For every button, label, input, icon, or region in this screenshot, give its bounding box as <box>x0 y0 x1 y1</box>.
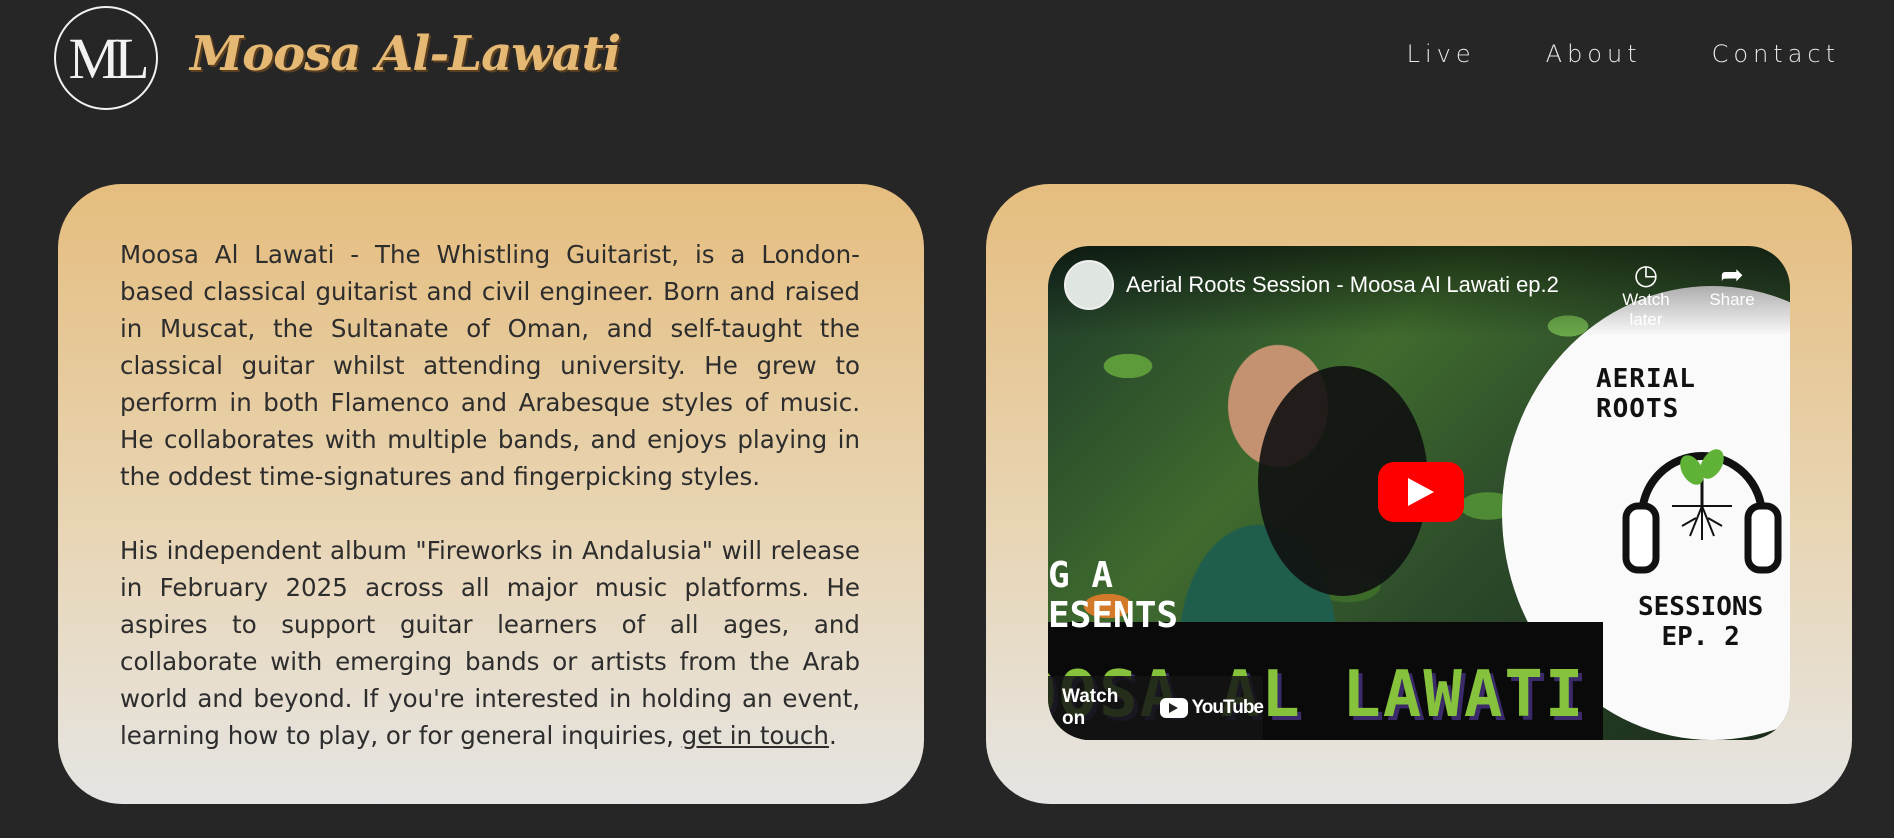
get-in-touch-link[interactable]: get in touch <box>682 721 829 750</box>
bio-text: Moosa Al Lawati - The Whistling Guitaris… <box>120 236 860 791</box>
play-icon <box>1408 478 1434 506</box>
headphones-plant-icon <box>1622 449 1782 574</box>
share-label: Share <box>1709 290 1755 309</box>
youtube-wordmark: YouTube <box>1191 697 1264 718</box>
logo-monogram[interactable]: ML <box>54 6 158 110</box>
nav-link-live[interactable]: Live <box>1407 40 1476 68</box>
thumbnail-presents-line1: G A <box>1048 555 1114 596</box>
clock-icon: ◷ <box>1633 259 1659 290</box>
channel-avatar[interactable] <box>1064 260 1114 310</box>
youtube-logo: YouTube <box>1159 697 1264 719</box>
bio-paragraph-2: His independent album "Fireworks in Anda… <box>120 532 860 754</box>
thumbnail-episode: SESSIONS EP. 2 <box>1638 592 1763 652</box>
bio-paragraph-2-end: . <box>828 721 837 750</box>
share-button[interactable]: ➦ Share <box>1692 260 1772 310</box>
about-card: Moosa Al Lawati - The Whistling Guitaris… <box>58 184 924 804</box>
thumbnail-episode-label: EP. 2 <box>1661 622 1740 652</box>
video-card: AERIAL ROOTS SESSIONS EP. 2 G A ESENTS O… <box>986 184 1852 804</box>
video-title[interactable]: Aerial Roots Session - Moosa Al Lawati e… <box>1126 272 1559 298</box>
watch-on-label: Watch on <box>1062 686 1119 729</box>
play-button[interactable] <box>1378 462 1464 522</box>
watch-later-label: Watch later <box>1622 290 1670 329</box>
thumbnail-presents-line2: ESENTS <box>1048 595 1179 636</box>
watch-on-youtube-button[interactable]: Watch on YouTube <box>1048 676 1264 740</box>
youtube-embed[interactable]: AERIAL ROOTS SESSIONS EP. 2 G A ESENTS O… <box>1048 246 1790 740</box>
youtube-play-icon <box>1159 698 1188 718</box>
bio-paragraph-1: Moosa Al Lawati - The Whistling Guitaris… <box>120 240 860 491</box>
watch-later-button[interactable]: ◷ Watch later <box>1606 260 1686 330</box>
thumbnail-sessions-label: SESSIONS <box>1638 592 1764 622</box>
bio-paragraph-2-text: His independent album "Fireworks in Anda… <box>120 536 860 750</box>
nav-link-contact[interactable]: Contact <box>1712 40 1840 68</box>
nav-link-about[interactable]: About <box>1546 40 1642 68</box>
share-arrow-icon: ➦ <box>1720 259 1744 290</box>
brand-name[interactable]: Moosa Al-Lawati <box>190 26 621 82</box>
thumbnail-presents: G A ESENTS <box>1048 556 1178 636</box>
main-nav: Live About Contact <box>1407 40 1840 68</box>
